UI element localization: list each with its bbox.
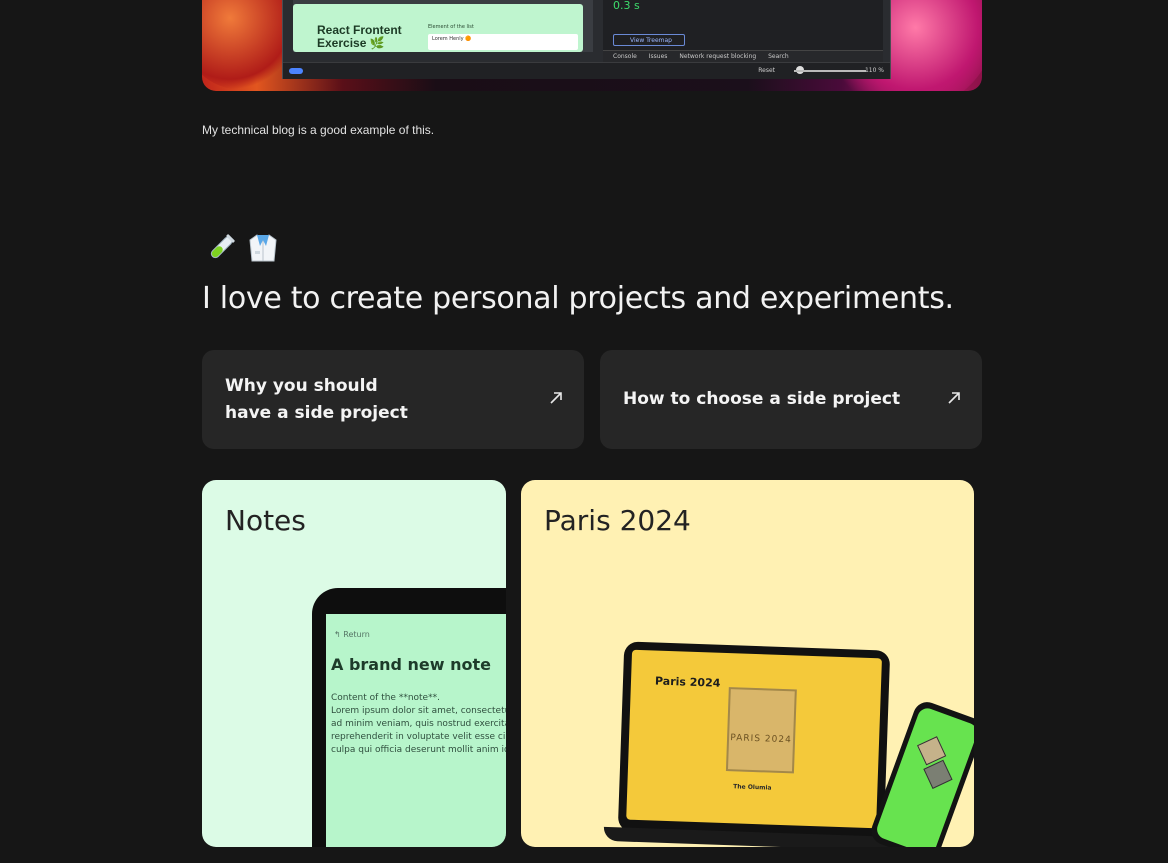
status-bar: Reset 110 % <box>283 62 890 79</box>
hero-screenshot: React Frontent Exercise 🌿 Element of the… <box>202 0 982 91</box>
link-card-label: Why you should have a side project <box>225 376 408 423</box>
project-title: Paris 2024 <box>544 504 691 537</box>
view-treemap-button: View Treemap <box>613 34 685 46</box>
timer-value: 0.3 s <box>613 0 640 12</box>
devtools-tabs: Console Issues Network request blocking … <box>603 50 883 62</box>
note-body: Content of the **note**. Lorem ipsum dol… <box>331 693 506 755</box>
exercise-card: React Frontent Exercise 🌿 Element of the… <box>293 4 583 52</box>
book-title: PARIS 2024 <box>730 733 792 746</box>
laptop-mockup: Paris 2024 PARIS 2024 The Olumia <box>603 641 898 847</box>
zoom-level: 110 % <box>864 67 884 74</box>
arrow-up-right-icon <box>550 392 562 404</box>
lab-coat-icon <box>249 234 277 262</box>
devtools-tab: Network request blocking <box>679 53 757 60</box>
phone-screen <box>874 705 974 847</box>
test-tube-icon <box>210 234 235 259</box>
reset-label: Reset <box>758 67 775 74</box>
laptop-screen: Paris 2024 PARIS 2024 The Olumia <box>626 649 882 829</box>
link-card-label: How to choose a side project <box>623 389 901 409</box>
devtools-tab: Console <box>613 53 637 60</box>
arrow-up-right-icon <box>948 392 960 404</box>
project-title: Notes <box>225 504 306 537</box>
site-title: Paris 2024 <box>654 674 721 690</box>
devtools-tab: Issues <box>648 53 668 60</box>
link-card-choose-side-project[interactable]: How to choose a side project <box>600 350 982 449</box>
tablet-mockup: ↰ Return A brand new note Content of the… <box>312 588 506 847</box>
project-card-notes[interactable]: Notes ↰ Return A brand new note Content … <box>202 480 506 847</box>
note-title: A brand new note <box>331 655 491 674</box>
project-card-paris-2024[interactable]: Paris 2024 Paris 2024 PARIS 2024 The Olu… <box>521 480 974 847</box>
browser-window: React Frontent Exercise 🌿 Element of the… <box>282 0 891 79</box>
emoji-row <box>205 232 279 266</box>
page-headline: I love to create personal projects and e… <box>202 281 954 316</box>
list-label: Element of the list <box>428 24 474 30</box>
tablet-screen: ↰ Return A brand new note Content of the… <box>326 614 506 847</box>
blog-line: My technical blog is a good example of t… <box>202 123 435 137</box>
exercise-title: React Frontent Exercise 🌿 <box>317 23 402 50</box>
devtools-tab: Search <box>768 53 789 60</box>
laptop-base <box>603 826 898 847</box>
book-caption: The Olumia <box>733 783 772 792</box>
status-pill <box>289 67 303 74</box>
list-item: Lorem Henly 🟠 <box>428 34 578 50</box>
return-link: ↰ Return <box>334 630 370 639</box>
link-card-why-side-project[interactable]: Why you should have a side project <box>202 350 584 449</box>
zoom-slider <box>794 70 866 72</box>
book-cover: PARIS 2024 <box>725 687 797 774</box>
